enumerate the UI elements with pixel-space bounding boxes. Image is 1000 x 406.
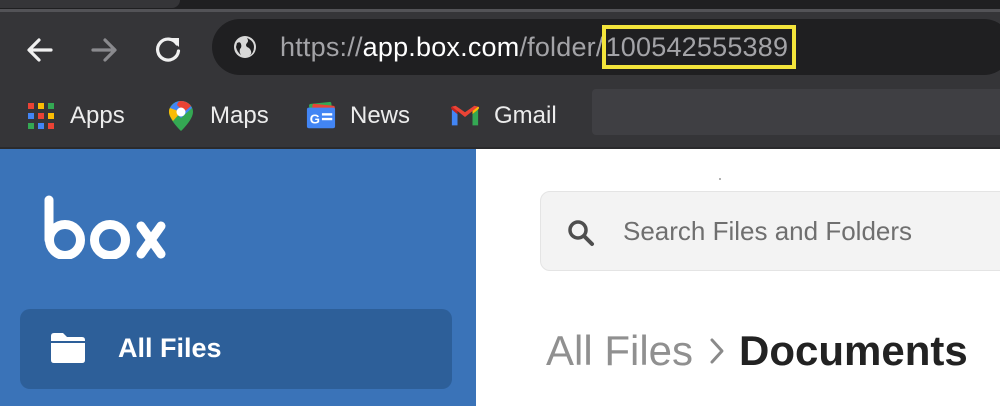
bookmark-gmail[interactable]: Gmail bbox=[450, 98, 557, 134]
bookmark-label: News bbox=[350, 102, 411, 129]
reload-icon bbox=[156, 37, 181, 62]
bookmark-label: Maps bbox=[210, 102, 269, 129]
url-host: app.box.com bbox=[362, 32, 520, 62]
url-folder-id-highlight: 100542555389 bbox=[601, 25, 797, 69]
folder-icon bbox=[51, 333, 85, 363]
breadcrumb: All Files Documents bbox=[546, 327, 968, 375]
search-input[interactable] bbox=[621, 210, 1000, 252]
active-tab-edge[interactable] bbox=[0, 0, 180, 8]
url-folder-id: 100542555389 bbox=[605, 32, 789, 62]
globe-icon[interactable] bbox=[233, 35, 257, 59]
bookmark-news[interactable]: G News bbox=[306, 98, 410, 134]
url-path: /folder/ bbox=[519, 32, 604, 62]
header-dot bbox=[719, 178, 721, 180]
main-content: All Files Documents bbox=[476, 149, 1000, 406]
bookmark-label: Apps bbox=[70, 102, 125, 129]
arrow-right-icon bbox=[91, 38, 117, 62]
sidebar-item-label: All Files bbox=[118, 333, 222, 363]
box-logo[interactable] bbox=[44, 195, 168, 264]
search-bar[interactable] bbox=[540, 191, 1000, 271]
back-button[interactable] bbox=[18, 28, 62, 72]
arrow-left-icon bbox=[27, 38, 53, 62]
sidebar-item-all-files[interactable]: All Files bbox=[20, 309, 452, 389]
bookmark-label: Gmail bbox=[494, 102, 557, 129]
box-logo-mark bbox=[44, 195, 166, 260]
chevron-right-icon bbox=[709, 337, 725, 365]
google-maps-icon bbox=[166, 101, 196, 131]
gmail-icon bbox=[450, 101, 480, 131]
breadcrumb-current: Documents bbox=[739, 327, 968, 374]
apps-grid-icon bbox=[26, 101, 56, 131]
bookmark-maps[interactable]: Maps bbox=[166, 98, 269, 134]
search-icon[interactable] bbox=[567, 219, 595, 247]
breadcrumb-root-link[interactable]: All Files bbox=[546, 327, 693, 375]
svg-text:G: G bbox=[310, 112, 320, 127]
bookmark-apps[interactable]: Apps bbox=[26, 98, 125, 134]
forward-button[interactable] bbox=[82, 28, 126, 72]
address-bar[interactable]: https://app.box.com/folder/100542555389 bbox=[212, 19, 1000, 75]
tab-strip bbox=[0, 0, 1000, 12]
bookmarks-overflow-area bbox=[592, 89, 1000, 135]
reload-button[interactable] bbox=[146, 28, 190, 72]
bookmarks-bar: Apps Maps G News Gmail bbox=[0, 86, 1000, 148]
url-text[interactable]: https://app.box.com/folder/100542555389 bbox=[280, 25, 797, 69]
browser-toolbar: https://app.box.com/folder/100542555389 bbox=[0, 12, 1000, 86]
google-news-icon: G bbox=[306, 101, 336, 131]
url-scheme: https:// bbox=[280, 32, 363, 62]
sidebar: All Files bbox=[0, 149, 476, 406]
